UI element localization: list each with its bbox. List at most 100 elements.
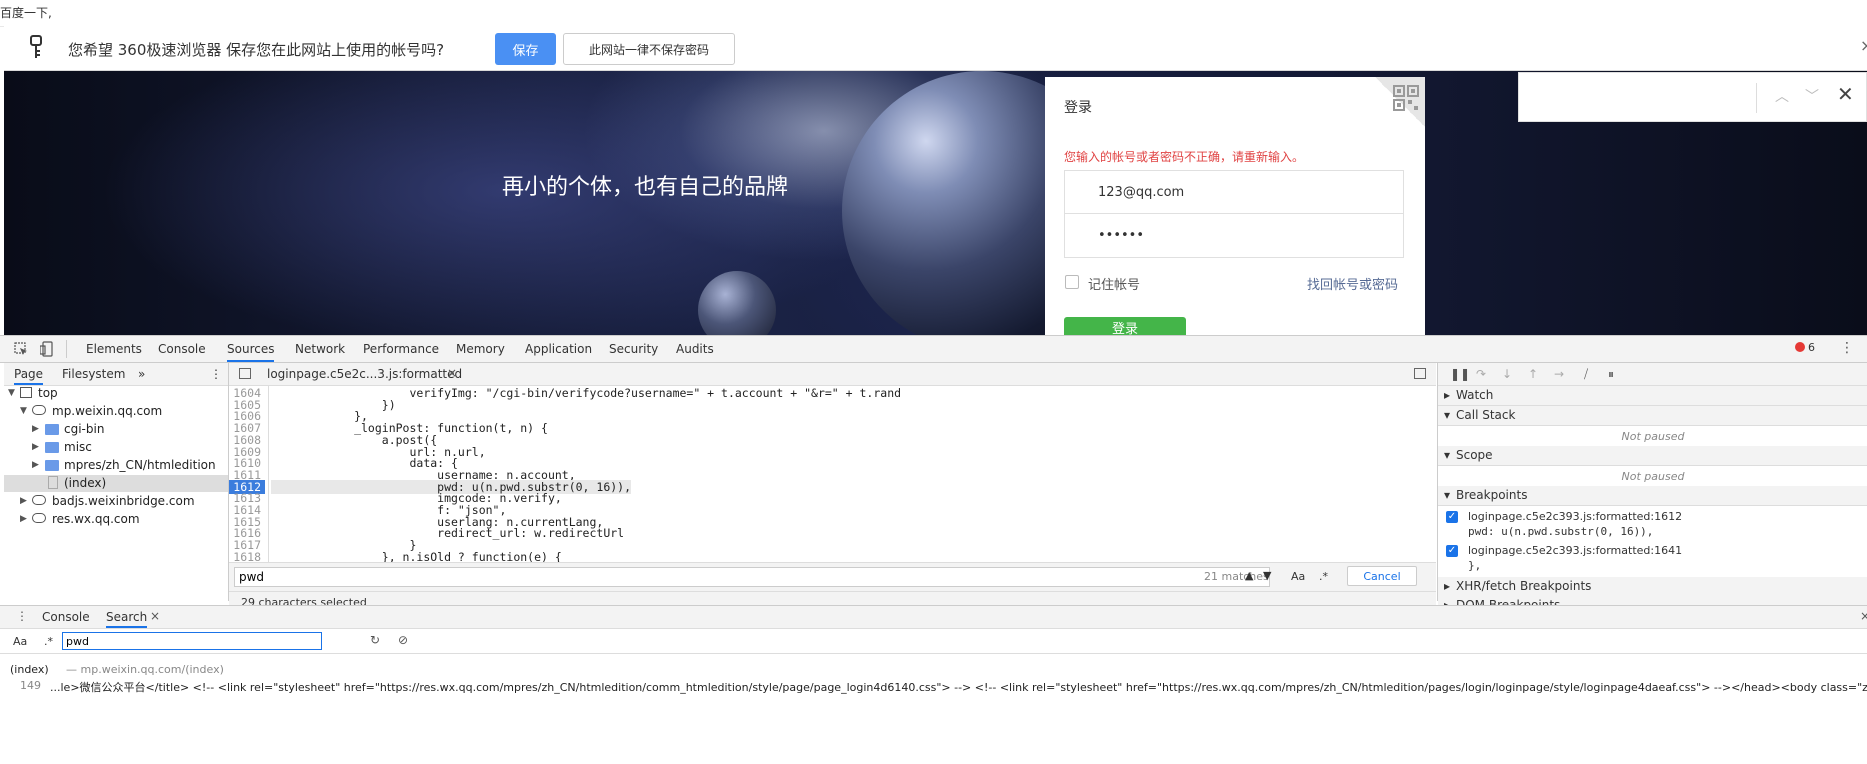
match-case-toggle[interactable]: Aa [1291,570,1305,583]
save-password-button[interactable]: 保存 [495,33,556,65]
line-number[interactable]: 1618 [229,550,265,562]
pane-watch[interactable]: ▸ Watch [1438,386,1867,406]
drawer-menu-icon[interactable]: ⋮ [16,609,28,623]
match-case-toggle[interactable]: Aa [13,635,27,648]
regex-toggle[interactable]: .* [44,635,53,648]
pause-icon[interactable]: ❚❚ [1450,367,1470,381]
sources-navigator: Page Filesystem » ⋮ ▼ top ▼ mp.weixin.qq… [4,363,229,601]
pane-scope[interactable]: ▾ Scope [1438,446,1867,466]
close-icon[interactable]: × [1860,36,1867,55]
device-toolbar-icon[interactable] [40,341,54,357]
never-save-password-button[interactable]: 此网站一律不保存密码 [563,33,735,65]
step-into-icon[interactable]: ↓ [1502,367,1512,381]
close-icon[interactable]: ✕ [1837,82,1854,106]
tree-item-folder[interactable]: ▶ cgi-bin [4,421,228,438]
editor-file-tab[interactable]: loginpage.c5e2c...3.js:formatted [267,367,462,381]
tab-console[interactable]: Console [158,342,206,356]
cancel-search-button[interactable]: Cancel [1347,566,1417,586]
code-area[interactable]: 1604 verifyImg: "/cgi-bin/verifycode?use… [229,386,1436,562]
refresh-icon[interactable]: ↻ [370,633,380,647]
close-tab-icon[interactable]: × [447,366,457,380]
search-result-line[interactable]: ...le>微信公众平台</title> <!-- <link rel="sty… [50,679,1867,695]
tree-item-domain[interactable]: ▶ badjs.weixinbridge.com [4,493,228,510]
pane-title: Watch [1456,388,1494,402]
drawer-tab-search[interactable]: Search [106,610,148,628]
pane-call-stack[interactable]: ▾ Call Stack [1438,406,1867,426]
chevron-up-icon[interactable]: ︿ [1775,86,1789,106]
login-card: 登录 您输入的帐号或者密码不正确，请重新输入。 记住帐号 找回帐号或密码 登录 [1045,77,1425,347]
collapsed-arrow-icon[interactable]: ▶ [20,496,27,506]
tab-sources[interactable]: Sources [227,342,275,362]
tab-filesystem[interactable]: Filesystem [62,367,125,381]
close-drawer-icon[interactable]: × [1860,609,1867,623]
search-result-file[interactable]: (index) [10,663,49,676]
expanded-arrow-icon[interactable]: ▼ [8,388,15,398]
collapsed-arrow-icon[interactable]: ▶ [32,460,39,470]
expanded-arrow-icon[interactable]: ▼ [20,406,27,416]
pane-breakpoints[interactable]: ▾ Breakpoints [1438,486,1867,506]
collapsed-arrow-icon: ▸ [1444,388,1451,402]
pause-on-exceptions-icon[interactable]: ⏸ [1608,367,1614,382]
tab-page[interactable]: Page [14,367,44,385]
pane-xhr-breakpoints[interactable]: ▸ XHR/fetch Breakpoints [1438,577,1867,597]
tab-security[interactable]: Security [609,342,658,356]
pane-title: Call Stack [1456,408,1516,422]
remember-account-label[interactable]: 记住帐号 [1088,274,1140,293]
debugger-controls: ❚❚ ↷ ↓ ↑ → ⧸ ⏸ [1438,363,1867,386]
collapsed-arrow-icon: ▸ [1444,579,1451,593]
more-options-icon[interactable]: ⋮ [1840,340,1854,356]
toggle-navigator-icon[interactable] [239,368,251,379]
close-tab-icon[interactable]: × [150,609,160,623]
top-strip: 百度一下, [0,0,1867,27]
drawer-tab-console[interactable]: Console [42,610,90,624]
inspect-element-icon[interactable] [14,342,28,356]
step-out-icon[interactable]: ↑ [1528,367,1538,381]
tab-network[interactable]: Network [295,342,345,356]
chevron-down-icon[interactable]: ▼ [1263,569,1271,582]
tree-item-domain[interactable]: ▶ res.wx.qq.com [4,511,228,528]
code-text: }, n.isOld ? function(e) { [271,549,562,562]
collapsed-arrow-icon[interactable]: ▶ [20,514,27,524]
editor-search-input[interactable] [234,567,1270,587]
tree-item-top[interactable]: ▼ top [4,385,228,402]
password-input[interactable] [1064,214,1404,258]
tree-label: mp.weixin.qq.com [52,404,163,418]
breakpoint-checkbox[interactable]: ✓ [1446,511,1458,523]
collapsed-arrow-icon[interactable]: ▶ [32,424,39,434]
deactivate-breakpoints-icon[interactable]: ⧸ [1584,367,1588,382]
chevron-up-icon[interactable]: ▲ [1245,569,1253,582]
global-search-input[interactable] [62,632,322,650]
tree-item-folder[interactable]: ▶ misc [4,439,228,456]
tree-item-folder[interactable]: ▶ mpres/zh_CN/htmledition [4,457,228,474]
cloud-icon [32,495,46,505]
remember-account-checkbox[interactable] [1065,275,1079,289]
qr-code-icon[interactable] [1393,85,1419,111]
chevron-down-icon[interactable]: ﹀ [1805,86,1819,106]
clear-icon[interactable]: ⊘ [398,633,408,647]
account-input[interactable] [1064,170,1404,214]
step-icon[interactable]: → [1554,367,1564,381]
step-over-icon[interactable]: ↷ [1476,367,1486,381]
collapsed-arrow-icon[interactable]: ▶ [32,442,39,452]
error-count[interactable]: 6 [1808,341,1815,354]
tab-application[interactable]: Application [525,342,592,356]
pane-title: Scope [1456,448,1493,462]
toggle-debugger-icon[interactable] [1414,368,1426,379]
tab-audits[interactable]: Audits [676,342,714,356]
search-match-count: 21 matches [1204,570,1269,583]
search-result-line-number[interactable]: 149 [20,679,41,692]
tab-elements[interactable]: Elements [86,342,142,356]
tab-performance[interactable]: Performance [363,342,439,356]
code-line[interactable]: 1618 }, n.isOld ? function(e) { [229,550,1436,562]
breakpoint-location[interactable]: loginpage.c5e2c393.js:formatted:1641 [1468,544,1682,557]
regex-toggle[interactable]: .* [1319,570,1328,583]
tree-item-file-selected[interactable]: (index) [4,475,228,492]
navigator-menu-icon[interactable]: ⋮ [210,367,222,381]
breakpoint-location[interactable]: loginpage.c5e2c393.js:formatted:1612 [1468,510,1682,523]
breakpoint-checkbox[interactable]: ✓ [1446,545,1458,557]
forgot-password-link[interactable]: 找回帐号或密码 [1307,274,1398,293]
tree-label: res.wx.qq.com [52,512,140,526]
tree-item-domain[interactable]: ▼ mp.weixin.qq.com [4,403,228,420]
tab-memory[interactable]: Memory [456,342,505,356]
more-tabs-icon[interactable]: » [138,367,145,381]
